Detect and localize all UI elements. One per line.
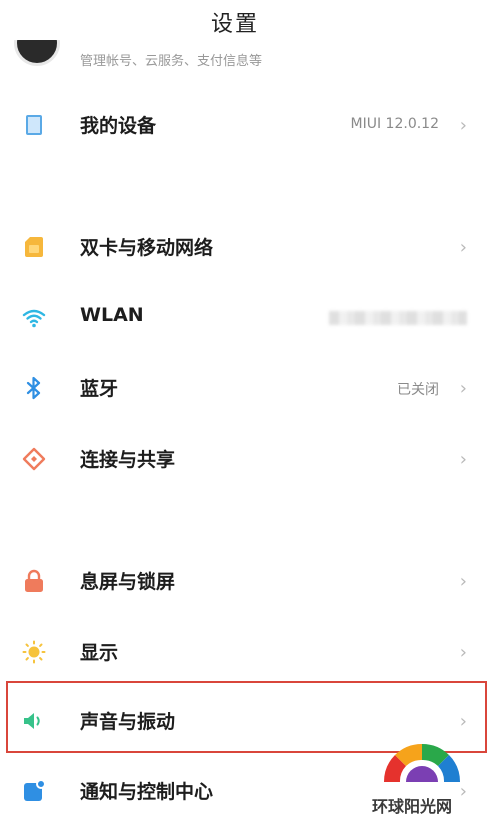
account-row[interactable]: 管理帐号、云服务、支付信息等 bbox=[0, 40, 495, 74]
lock-icon bbox=[22, 569, 46, 593]
settings-item-label: 双卡与移动网络 bbox=[80, 237, 214, 259]
settings-item-label: 息屏与锁屏 bbox=[80, 571, 176, 593]
settings-item-my-device[interactable]: 我的设备 MIUI 12.0.12 › bbox=[0, 94, 495, 154]
settings-item-label: WLAN bbox=[80, 304, 144, 326]
settings-item-label: 显示 bbox=[80, 642, 119, 664]
avatar bbox=[14, 40, 60, 66]
chevron-right-icon: › bbox=[459, 237, 467, 258]
settings-item-value: 已关闭 bbox=[397, 382, 439, 398]
page-title: 设置 bbox=[210, 12, 259, 37]
settings-item-bluetooth[interactable]: 蓝牙 已关闭 › bbox=[0, 357, 495, 417]
sim-icon bbox=[22, 235, 46, 259]
watermark: 环球阳光网 bbox=[312, 738, 495, 816]
watermark-logo-icon bbox=[383, 743, 461, 782]
device-icon bbox=[22, 113, 46, 137]
chevron-right-icon: › bbox=[459, 571, 467, 592]
settings-item-lock-screen[interactable]: 息屏与锁屏 › bbox=[0, 550, 495, 610]
watermark-text: 环球阳光网 bbox=[372, 797, 453, 816]
settings-item-label: 蓝牙 bbox=[80, 378, 119, 400]
settings-item-connection-sharing[interactable]: 连接与共享 › bbox=[0, 428, 495, 488]
chevron-right-icon: › bbox=[459, 642, 467, 663]
wifi-network-name bbox=[329, 311, 467, 325]
bluetooth-icon bbox=[22, 376, 46, 400]
chevron-right-icon: › bbox=[459, 449, 467, 470]
settings-item-value: MIUI 12.0.12 bbox=[350, 116, 439, 132]
settings-item-label: 我的设备 bbox=[80, 115, 157, 137]
chevron-right-icon: › bbox=[459, 378, 467, 399]
account-subtitle: 管理帐号、云服务、支付信息等 bbox=[80, 54, 263, 69]
wifi-icon bbox=[22, 306, 46, 330]
settings-item-label: 通知与控制中心 bbox=[80, 781, 214, 803]
chevron-right-icon: › bbox=[459, 115, 467, 136]
settings-item-dual-sim[interactable]: 双卡与移动网络 › bbox=[0, 216, 495, 276]
settings-item-label: 连接与共享 bbox=[80, 449, 176, 471]
notification-icon bbox=[22, 779, 46, 803]
settings-item-display[interactable]: 显示 › bbox=[0, 621, 495, 681]
share-icon bbox=[22, 447, 46, 471]
settings-item-wlan[interactable]: WLAN bbox=[0, 287, 495, 347]
sun-icon bbox=[22, 640, 46, 664]
